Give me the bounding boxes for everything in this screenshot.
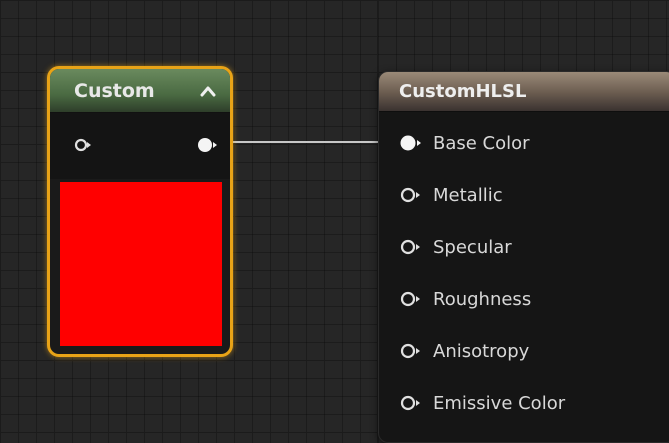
color-preview [60,182,222,346]
pin-outline-icon[interactable] [399,239,425,255]
chevron-up-icon[interactable] [198,81,218,101]
input-label: Anisotropy [433,340,530,362]
input-pin-icon[interactable] [74,137,91,152]
pin-outline-icon[interactable] [399,395,425,411]
output-pin-icon[interactable] [196,137,217,152]
pin-filled-icon[interactable] [399,135,425,151]
input-anisotropy[interactable]: Anisotropy [379,325,669,377]
customhlsl-node-title: CustomHLSL [399,81,527,102]
input-label: Roughness [433,288,532,310]
customhlsl-node-header[interactable]: CustomHLSL [379,72,669,112]
input-roughness[interactable]: Roughness [379,273,669,325]
input-label: Specular [433,236,512,258]
connection-wire[interactable] [210,141,406,143]
custom-node-header[interactable]: Custom [50,69,230,113]
pin-outline-icon[interactable] [399,343,425,359]
pin-outline-icon[interactable] [399,187,425,203]
customhlsl-node[interactable]: CustomHLSL Base Color Metallic Specular … [378,71,669,443]
input-label: Metallic [433,184,503,206]
customhlsl-inputs: Base Color Metallic Specular Roughness A… [379,117,669,429]
input-specular[interactable]: Specular [379,221,669,273]
pin-outline-icon[interactable] [399,291,425,307]
custom-node-pins [50,113,230,179]
custom-node[interactable]: Custom [47,66,233,357]
input-label: Base Color [433,132,530,154]
input-metallic[interactable]: Metallic [379,169,669,221]
input-base-color[interactable]: Base Color [379,117,669,169]
input-label: Emissive Color [433,392,566,414]
custom-node-title: Custom [74,79,155,102]
graph-canvas[interactable]: Custom CustomHLSL Base Color Metallic Sp… [0,0,669,443]
input-emissive-color[interactable]: Emissive Color [379,377,669,429]
